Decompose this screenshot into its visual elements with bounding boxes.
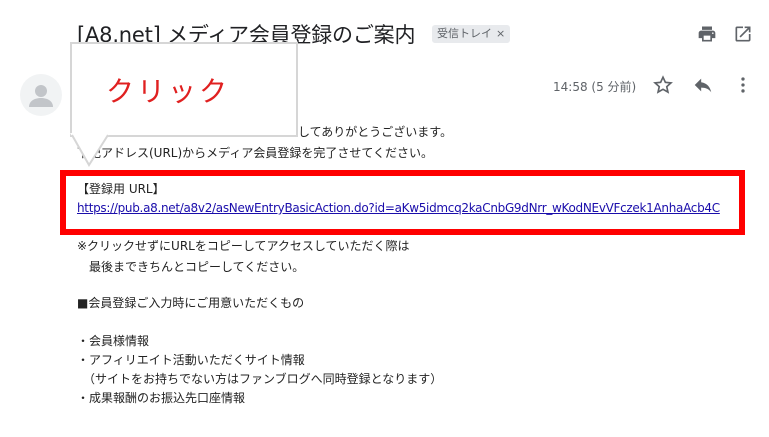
callout-pointer bbox=[70, 133, 110, 167]
avatar-icon bbox=[29, 85, 53, 107]
list-item: ・アフィリエイト活動いただくサイト情報 bbox=[77, 353, 305, 367]
open-in-new-icon[interactable] bbox=[733, 24, 753, 44]
email-timestamp: 14:58 (5 分前) bbox=[553, 80, 637, 94]
remove-label-icon[interactable]: × bbox=[496, 27, 505, 40]
note-line-2: 最後まできちんとコピーしてください。 bbox=[77, 260, 305, 274]
section-heading: ■会員登録ご入力時にご用意いただくもの bbox=[77, 296, 305, 310]
callout-text: クリック bbox=[106, 75, 231, 108]
url-highlight-box bbox=[60, 170, 745, 235]
inbox-label-chip[interactable]: 受信トレイ × bbox=[432, 25, 511, 43]
inbox-label-text: 受信トレイ bbox=[437, 27, 492, 40]
sender-avatar[interactable] bbox=[20, 74, 62, 116]
reply-icon[interactable] bbox=[692, 74, 714, 96]
body-greeting-line: ましてありがとうございます。 bbox=[286, 125, 453, 139]
print-icon[interactable] bbox=[697, 24, 717, 44]
more-vert-icon[interactable] bbox=[732, 74, 754, 96]
list-item: ・成果報酬のお振込先口座情報 bbox=[77, 391, 246, 405]
note-line-1: ※クリックせずにURLをコピーしてアクセスしていただく際は bbox=[77, 239, 410, 253]
list-item-note: （サイトをお持ちでない方はファンブログへ同時登録となります） bbox=[77, 372, 443, 386]
body-instruction-line: 下記アドレス(URL)からメディア会員登録を完了させてください。 bbox=[77, 146, 433, 160]
list-item: ・会員様情報 bbox=[77, 334, 150, 348]
star-icon[interactable] bbox=[652, 74, 674, 96]
